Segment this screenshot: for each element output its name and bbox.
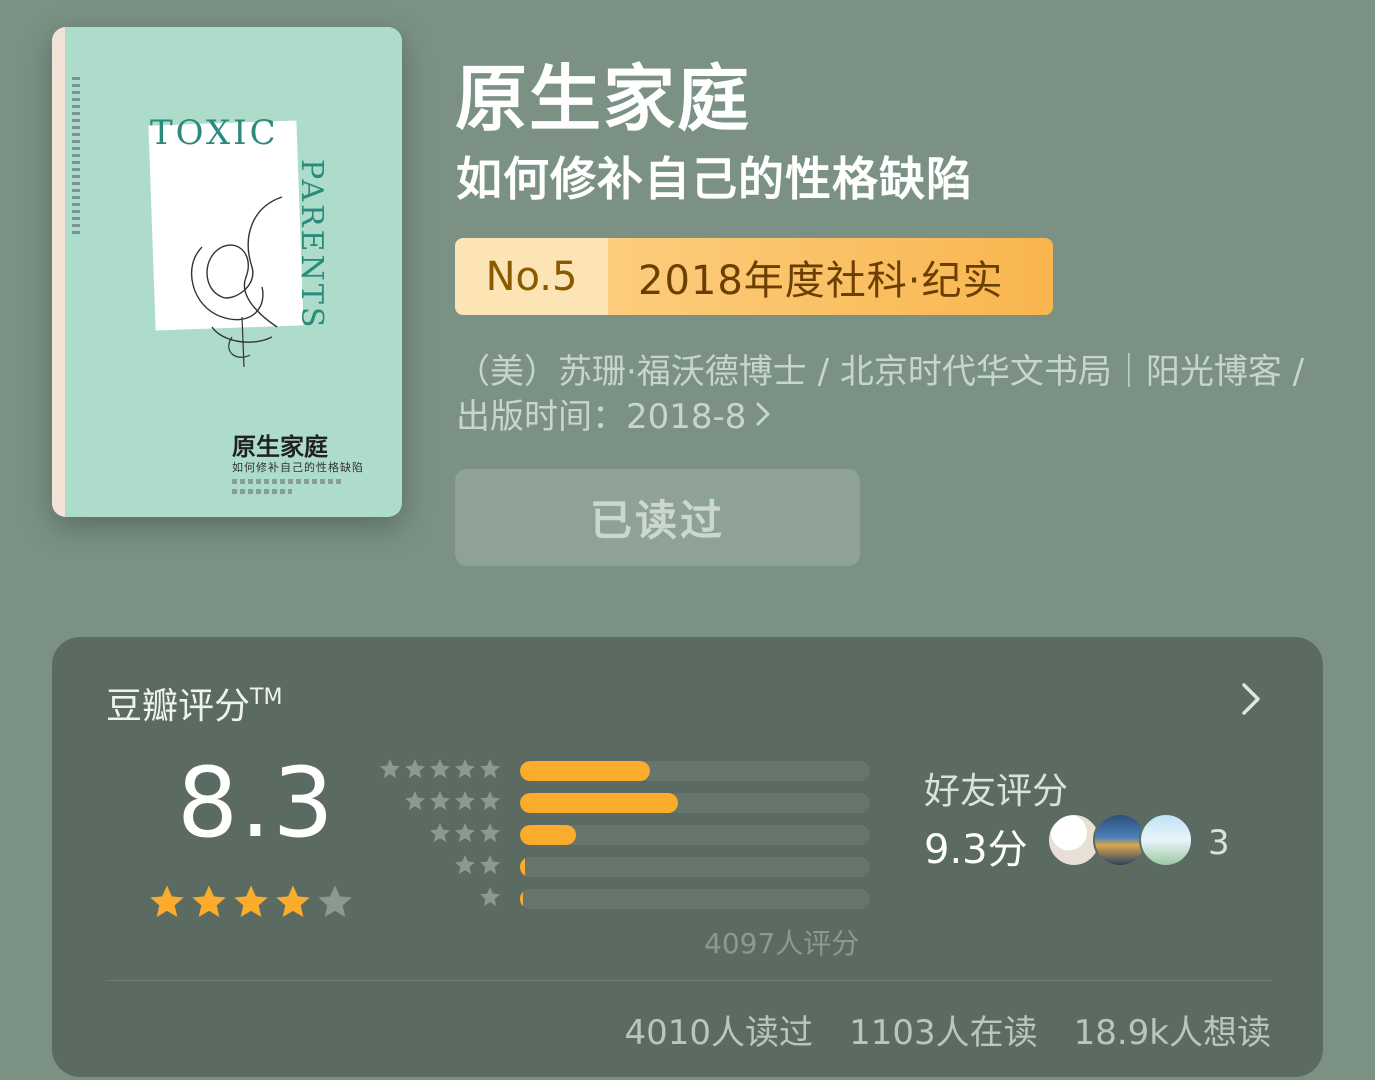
- star-icon: [453, 757, 477, 785]
- distribution-stars: [372, 757, 502, 785]
- distribution-stars: [372, 853, 502, 881]
- rating-count: 4097人评分: [704, 927, 860, 960]
- distribution-bar-fill: [520, 889, 523, 909]
- cover-title-cn: 原生家庭: [232, 432, 328, 461]
- distribution-stars: [372, 821, 502, 849]
- distribution-row: [372, 755, 870, 787]
- friend-avatars[interactable]: [1047, 813, 1193, 867]
- rating-score: 8.3: [177, 747, 336, 859]
- friend-count: 3: [1208, 823, 1230, 863]
- chevron-right-icon: [754, 395, 772, 440]
- trademark-mark: TM: [250, 685, 283, 710]
- star-icon: [478, 821, 502, 849]
- star-icon: [478, 789, 502, 817]
- rank-number: No.5: [455, 238, 608, 315]
- star-icon: [147, 882, 187, 926]
- distribution-bar-fill: [520, 857, 526, 877]
- distribution-bar-track: [520, 857, 870, 877]
- cover-lineart-illustration: [190, 196, 283, 367]
- cover-publisher-text: [232, 489, 292, 494]
- distribution-bar-track: [520, 825, 870, 845]
- cover-subtitle-cn: 如何修补自己的性格缺陷: [232, 461, 364, 474]
- rating-stars: [147, 882, 355, 926]
- stat-read[interactable]: 4010人读过: [625, 1005, 814, 1054]
- star-icon: [478, 885, 502, 913]
- divider: [106, 980, 1272, 981]
- distribution-row: [372, 851, 870, 883]
- star-icon: [231, 882, 271, 926]
- distribution-row: [372, 883, 870, 915]
- star-icon: [428, 757, 452, 785]
- rating-header: 豆瓣评分TM: [106, 685, 283, 727]
- star-icon: [189, 882, 229, 926]
- read-status-button[interactable]: 已读过: [455, 469, 860, 566]
- distribution-row: [372, 819, 870, 851]
- star-icon: [453, 789, 477, 817]
- star-icon: [478, 757, 502, 785]
- chevron-right-icon[interactable]: [1238, 681, 1264, 721]
- distribution-bar-track: [520, 793, 870, 813]
- distribution-row: [372, 787, 870, 819]
- star-icon: [403, 789, 427, 817]
- rank-label: 2018年度社科·纪实: [608, 238, 1053, 315]
- friend-rating-label: 好友评分: [924, 771, 1069, 812]
- star-icon: [378, 757, 402, 785]
- star-icon: [315, 882, 355, 926]
- distribution-bar-fill: [520, 825, 576, 845]
- rating-card[interactable]: 豆瓣评分TM 8.3 4097人评分 好友评分 9.3分 3 4010人读过 1…: [52, 637, 1323, 1077]
- book-meta-text: （美）苏珊·福沃德博士 / 北京时代华文书局｜阳光博客 / 出版时间：2018-…: [456, 352, 1305, 437]
- cover-title-toxic: TOXIC: [150, 113, 279, 153]
- star-icon: [453, 853, 477, 881]
- stat-reading[interactable]: 1103人在读: [849, 1005, 1038, 1054]
- star-icon: [428, 789, 452, 817]
- friend-rating-score: 9.3分: [924, 827, 1028, 873]
- cover-author-text: [232, 479, 342, 484]
- reading-stats: 4010人读过 1103人在读 18.9k人想读: [625, 1005, 1271, 1054]
- star-icon: [273, 882, 313, 926]
- book-meta-link[interactable]: （美）苏珊·福沃德博士 / 北京时代华文书局｜阳光博客 / 出版时间：2018-…: [456, 350, 1316, 440]
- book-cover[interactable]: TOXIC PARENTS 原生家庭 如何修补自己的性格缺陷: [52, 27, 402, 517]
- distribution-bar-track: [520, 889, 870, 909]
- distribution-bar-track: [520, 761, 870, 781]
- cover-spine-text: [72, 77, 80, 237]
- star-icon: [453, 821, 477, 849]
- star-icon: [478, 853, 502, 881]
- distribution-stars: [372, 885, 502, 913]
- star-icon: [403, 757, 427, 785]
- distribution-bar-fill: [520, 793, 678, 813]
- annual-rank-badge[interactable]: No.5 2018年度社科·纪实: [455, 238, 1053, 315]
- star-icon: [428, 821, 452, 849]
- rating-distribution: [372, 755, 870, 915]
- avatar[interactable]: [1139, 813, 1193, 867]
- book-subtitle: 如何修补自己的性格缺陷: [456, 152, 973, 206]
- distribution-bar-fill: [520, 761, 650, 781]
- distribution-stars: [372, 789, 502, 817]
- stat-want[interactable]: 18.9k人想读: [1074, 1005, 1271, 1054]
- cover-spine: [52, 27, 65, 517]
- book-title: 原生家庭: [455, 57, 752, 141]
